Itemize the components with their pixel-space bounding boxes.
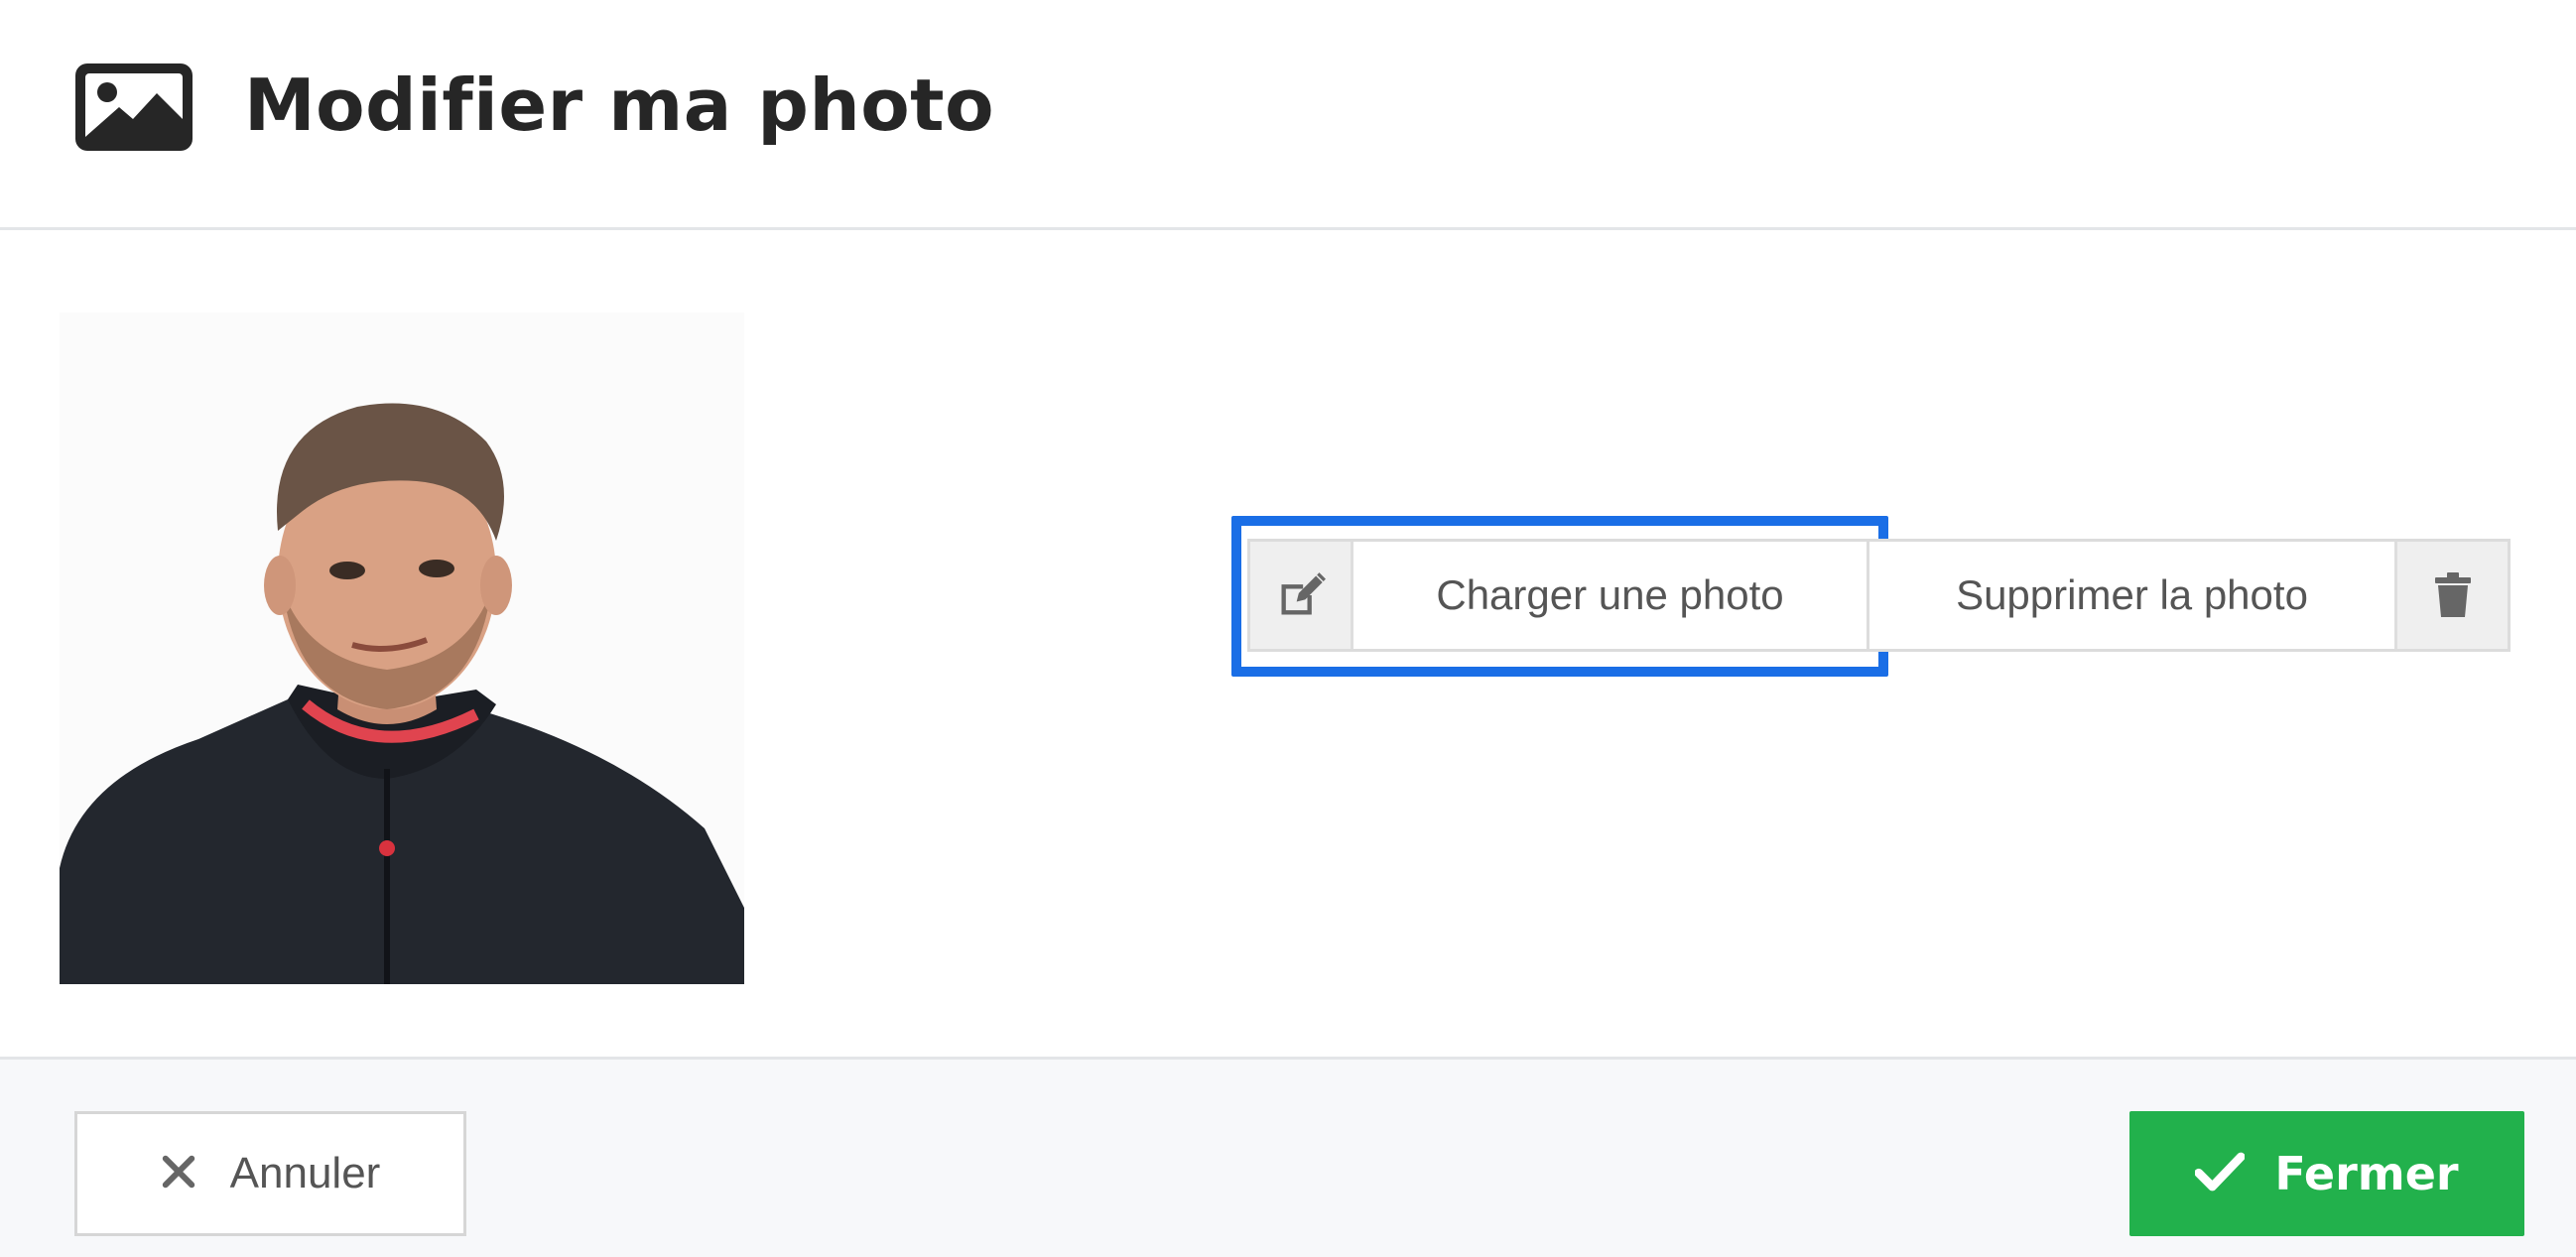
trash-icon [2394,542,2508,649]
edit-icon [1250,542,1353,649]
cancel-label: Annuler [229,1149,381,1197]
dialog-title: Modifier ma photo [244,63,995,147]
upload-photo-button[interactable]: Charger une photo [1247,539,1869,652]
dialog-footer: Annuler Fermer [0,1057,2576,1257]
profile-photo [60,313,744,984]
delete-photo-label: Supprimer la photo [1956,571,2308,618]
cancel-button[interactable]: Annuler [74,1111,466,1236]
close-label: Fermer [2274,1147,2459,1200]
upload-photo-label: Charger une photo [1436,571,1784,618]
delete-photo-button[interactable]: Supprimer la photo [1869,539,2511,652]
close-button[interactable]: Fermer [2129,1111,2524,1236]
image-icon [71,60,196,155]
check-icon [2194,1152,2246,1195]
dialog-header: Modifier ma photo [0,0,2576,230]
close-icon [161,1154,196,1194]
